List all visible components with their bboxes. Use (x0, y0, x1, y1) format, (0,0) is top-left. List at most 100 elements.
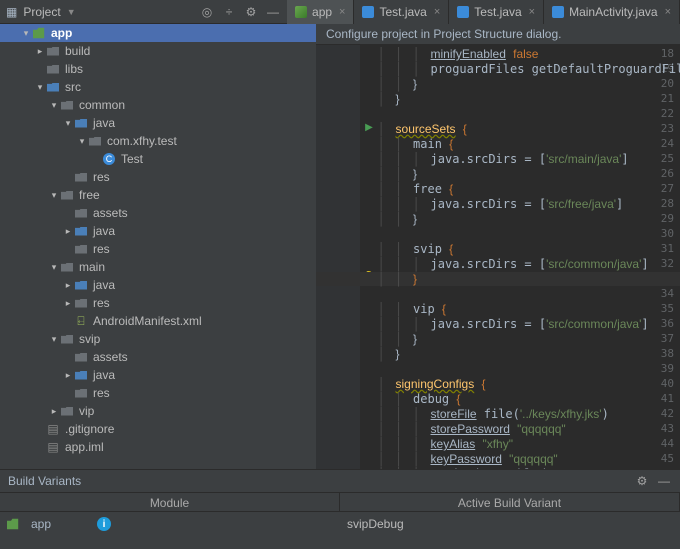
code-line[interactable]: │ │ } (316, 272, 680, 286)
code-line[interactable]: │ │ debug { (378, 392, 680, 406)
tree-node[interactable]: ▾java (0, 114, 316, 132)
close-icon[interactable]: × (665, 6, 671, 18)
tree-node[interactable]: res (0, 240, 316, 258)
tree-node[interactable]: libs (0, 60, 316, 78)
tree-node[interactable]: ▾ svip (0, 330, 316, 348)
code-line[interactable]: │ │ │ java.srcDirs = ['src/common/java'] (378, 317, 680, 331)
tree-node[interactable]: ▸ java (0, 222, 316, 240)
code-line[interactable]: │ │ │ storeFile file('../keys/xfhy.jks') (378, 407, 680, 421)
editor-tab[interactable]: MainActivity.java× (544, 0, 680, 24)
tree-node[interactable]: res (0, 168, 316, 186)
expand-arrow[interactable]: ▾ (62, 118, 74, 129)
code-line[interactable]: │ } (378, 347, 680, 361)
run-gutter-icon[interactable]: ▶ (362, 122, 376, 133)
tree-node[interactable]: ▸java (0, 366, 316, 384)
tree-node[interactable]: ▸vip (0, 402, 316, 420)
code-line[interactable]: │ } (378, 92, 680, 106)
file-icon: ▤ (47, 440, 58, 454)
expand-arrow[interactable]: ▾ (76, 136, 88, 147)
bv-variant-value[interactable]: svipDebug (339, 517, 680, 531)
folder-icon (75, 209, 87, 218)
folder-icon (61, 335, 73, 344)
code-line[interactable]: │ │ │ java.srcDirs = ['src/main/java'] (378, 152, 680, 166)
expand-arrow[interactable]: ▾ (48, 100, 60, 111)
tree-node[interactable]: ▤.gitignore (0, 420, 316, 438)
tree-node[interactable]: CTest (0, 150, 316, 168)
tree-node[interactable]: assets (0, 348, 316, 366)
code-line[interactable]: │ │ │ keyAlias "xfhy" (378, 437, 680, 451)
tree-node[interactable]: res (0, 384, 316, 402)
locate-icon[interactable]: ◎ (199, 4, 215, 20)
expand-arrow[interactable]: ▾ (48, 334, 60, 345)
code-line[interactable]: │ │ │ java.srcDirs = ['src/common/java'] (378, 257, 680, 271)
tree-node[interactable]: ▾src (0, 78, 316, 96)
expand-arrow[interactable]: ▸ (62, 280, 74, 291)
folder-icon (75, 353, 87, 362)
code-area[interactable]: 18│ │ │ minifyEnabled false19│ │ │ progu… (316, 45, 680, 469)
editor-tab[interactable]: app × (287, 0, 354, 24)
expand-arrow[interactable]: ▸ (62, 226, 74, 237)
code-line[interactable]: │ │ } (378, 212, 680, 226)
code-line[interactable]: │ │ │ v1SigningEnabled true (378, 467, 680, 469)
module-icon (6, 517, 20, 531)
code-line[interactable]: │ │ } (378, 332, 680, 346)
code-line[interactable]: │ │ } (378, 77, 680, 91)
expand-arrow[interactable]: ▾ (34, 82, 46, 93)
tree-label: java (93, 224, 115, 238)
close-icon[interactable]: × (339, 6, 345, 18)
code-line[interactable]: │ │ │ java.srcDirs = ['src/free/java'] (378, 197, 680, 211)
code-line[interactable]: │ │ free { (378, 182, 680, 196)
class-icon (552, 6, 564, 18)
hide-icon[interactable]: — (265, 4, 281, 20)
editor-tab[interactable]: Test.java× (449, 0, 544, 24)
code-line[interactable]: │ │ vip { (378, 302, 680, 316)
tree-label: app (51, 26, 72, 40)
gear-icon[interactable]: ⚙ (634, 473, 650, 489)
hide-icon[interactable]: — (656, 473, 672, 489)
tree-node[interactable]: ▸build (0, 42, 316, 60)
gutter (316, 45, 360, 469)
tree-node[interactable]: ▾ com.xfhy.test (0, 132, 316, 150)
expand-arrow[interactable]: ▸ (62, 370, 74, 381)
tree-node[interactable]: ▾ app (0, 24, 316, 42)
expand-arrow[interactable]: ▸ (48, 406, 60, 417)
close-icon[interactable]: × (434, 6, 440, 18)
expand-arrow[interactable]: ▾ (20, 28, 32, 39)
expand-arrow[interactable]: ▸ (34, 46, 46, 57)
tree-node[interactable]: ▾free (0, 186, 316, 204)
tree-node[interactable]: ▸res (0, 294, 316, 312)
class-icon (362, 6, 374, 18)
tree-node[interactable]: ▾common (0, 96, 316, 114)
project-tree[interactable]: ▾app▸buildlibs▾src▾common▾java▾com.xfhy.… (0, 24, 316, 469)
code-line[interactable]: │ │ } (378, 167, 680, 181)
expand-arrow[interactable]: ▸ (62, 298, 74, 309)
tree-node[interactable]: ⍇AndroidManifest.xml (0, 312, 316, 330)
collapse-icon[interactable]: ÷ (221, 4, 237, 20)
code-line[interactable]: │ │ │ proguardFiles getDefaultProguardFi… (378, 62, 680, 76)
build-variants-title: Build Variants (8, 474, 81, 488)
code-line[interactable]: │ sourceSets { (378, 122, 680, 136)
code-line[interactable]: │ │ svip { (378, 242, 680, 256)
tree-label: com.xfhy.test (107, 134, 177, 148)
tree-node[interactable]: ▸java (0, 276, 316, 294)
code-line[interactable]: │ │ │ minifyEnabled false (378, 47, 680, 61)
expand-arrow[interactable]: ▾ (48, 190, 60, 201)
code-line[interactable]: │ │ main { (378, 137, 680, 151)
code-line[interactable]: │ │ │ storePassword "qqqqqq" (378, 422, 680, 436)
tree-node[interactable]: ▤app.iml (0, 438, 316, 456)
info-icon[interactable]: i (97, 517, 111, 531)
tab-label: app (312, 5, 332, 19)
code-line[interactable]: │ │ │ keyPassword "qqqqqq" (378, 452, 680, 466)
tree-label: svip (79, 332, 100, 346)
editor-tab[interactable]: Test.java× (354, 0, 449, 24)
expand-arrow[interactable]: ▾ (48, 262, 60, 273)
gear-icon[interactable]: ⚙ (243, 4, 259, 20)
project-toolwindow-header[interactable]: ▦ Project ▼ ◎ ÷ ⚙ — (0, 0, 287, 24)
editor-banner[interactable]: Configure project in Project Structure d… (316, 24, 680, 45)
tree-node[interactable]: ▾main (0, 258, 316, 276)
chevron-down-icon[interactable]: ▼ (67, 7, 76, 17)
bv-row[interactable]: app i svipDebug (0, 512, 680, 536)
code-line[interactable]: │ signingConfigs { (378, 377, 680, 391)
close-icon[interactable]: × (529, 6, 535, 18)
tree-node[interactable]: assets (0, 204, 316, 222)
